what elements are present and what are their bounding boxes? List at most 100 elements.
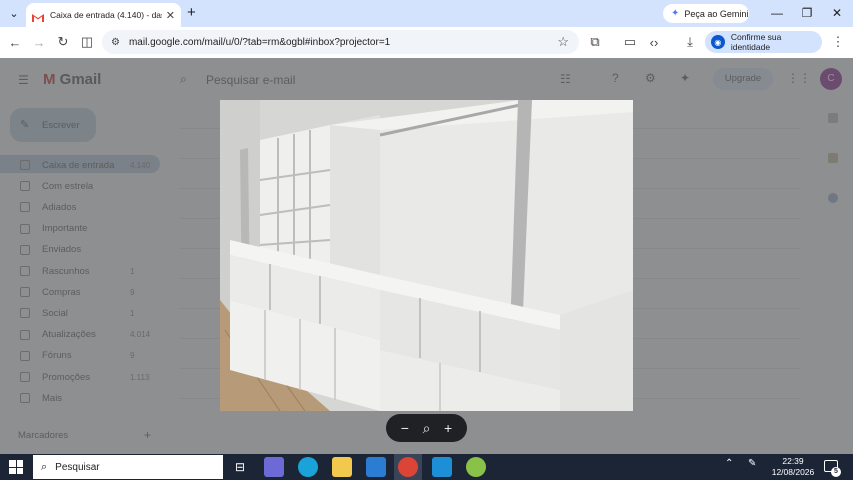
- apps-grid-icon[interactable]: ⋮⋮: [787, 71, 811, 85]
- extensions-icon[interactable]: ⧉: [587, 34, 603, 50]
- sidebar-item[interactable]: Rascunhos 1: [20, 263, 134, 279]
- sidebar-item-icon: [20, 223, 30, 234]
- add-label-icon[interactable]: +: [144, 428, 151, 442]
- confirm-identity-button[interactable]: ◉ Confirme sua identidade: [705, 31, 822, 53]
- window-close-icon[interactable]: ✕: [822, 3, 852, 23]
- upgrade-label: Upgrade: [724, 73, 762, 84]
- sidebar-item[interactable]: Mais: [20, 390, 62, 406]
- sidebar-item[interactable]: Caixa de entrada 4.140: [20, 157, 150, 173]
- tray-chevron-up-icon[interactable]: ⌃: [725, 458, 733, 469]
- attachment-preview-image[interactable]: [220, 100, 633, 411]
- sidebar-item-label: Caixa de entrada: [42, 159, 115, 171]
- keep-icon[interactable]: [828, 153, 838, 163]
- taskbar-search-label: Pesquisar: [55, 461, 100, 473]
- ask-gemini-button[interactable]: ✦ Peça ao Gemini: [663, 4, 749, 23]
- taskbar-search-box[interactable]: ⌕ Pesquisar: [33, 455, 223, 479]
- tab-close-icon[interactable]: ✕: [166, 9, 175, 22]
- taskbar-clock[interactable]: 22:39 12/08/2026: [765, 456, 821, 478]
- sidebar-item[interactable]: Com estrela: [20, 178, 93, 194]
- restore-icon[interactable]: ❐: [792, 3, 822, 23]
- sidebar-item-label: Social: [42, 307, 68, 319]
- help-icon[interactable]: ?: [612, 71, 619, 85]
- sidebar-item-label: Adiados: [42, 201, 77, 213]
- back-icon[interactable]: ←: [7, 34, 23, 50]
- sidebar-item[interactable]: Compras 9: [20, 284, 134, 300]
- clock-time: 22:39: [782, 456, 804, 466]
- calendar-icon[interactable]: [828, 113, 838, 123]
- sidebar-item-icon: [20, 266, 30, 276]
- code-icon[interactable]: ‹›: [646, 34, 662, 50]
- filter-icon[interactable]: ☷: [560, 72, 571, 86]
- sidebar-item-icon: [20, 160, 30, 170]
- sidebar-item[interactable]: Enviados: [20, 242, 81, 258]
- magnify-icon[interactable]: ⌕: [416, 420, 436, 437]
- search-icon: ⌕: [41, 460, 48, 473]
- sidebar-item-label: Promoções: [42, 371, 91, 383]
- gemini-star-icon[interactable]: ✦: [680, 71, 690, 85]
- forward-icon[interactable]: →: [31, 34, 47, 50]
- sidebar-item-icon: [20, 393, 30, 404]
- zoom-out-button[interactable]: −: [395, 420, 415, 436]
- sidebar-item-icon: [20, 287, 30, 298]
- split-view-icon[interactable]: ◫: [79, 34, 95, 50]
- menu-kebab-icon[interactable]: ⋮: [830, 34, 846, 50]
- zoom-toolbar: − ⌕ +: [386, 414, 467, 442]
- sidebar-item[interactable]: Importante: [20, 221, 87, 237]
- settings-gear-icon[interactable]: ⚙: [645, 71, 656, 85]
- copilot-icon[interactable]: [264, 457, 284, 477]
- zoom-in-button[interactable]: +: [438, 420, 458, 436]
- sidebar-item[interactable]: Atualizações 4.014: [20, 327, 150, 343]
- avatar[interactable]: C: [820, 68, 842, 90]
- new-tab-icon[interactable]: +: [187, 4, 196, 21]
- task-view-icon[interactable]: ⊟: [230, 457, 250, 477]
- compose-button[interactable]: ✎ Escrever: [10, 108, 96, 142]
- tab-search-chevron-icon[interactable]: ⌄: [5, 4, 23, 22]
- reload-icon[interactable]: ↻: [55, 34, 71, 50]
- labels-heading: Marcadores: [18, 430, 69, 441]
- search-input[interactable]: Pesquisar e-mail: [206, 73, 295, 87]
- upgrade-button[interactable]: Upgrade: [713, 68, 773, 90]
- clock-date: 12/08/2026: [771, 467, 815, 477]
- identity-label: Confirme sua identidade: [730, 32, 782, 52]
- sidebar-item[interactable]: Fóruns 9: [20, 348, 134, 364]
- gmail-logo-text: Gmail: [59, 71, 102, 88]
- browser-toolbar: ← → ↻ ◫ ⚙ mail.google.com/mail/u/0/?tab=…: [0, 27, 853, 58]
- sidebar-item[interactable]: Promoções 1.113: [20, 369, 149, 385]
- site-info-icon[interactable]: ⚙: [111, 37, 120, 48]
- sidebar-item-icon: [20, 350, 30, 361]
- teams-icon[interactable]: [432, 457, 452, 477]
- bookmark-star-icon[interactable]: ☆: [557, 34, 569, 50]
- gemini-label: Peça ao Gemini: [684, 8, 749, 19]
- shelving-photo: [220, 100, 633, 411]
- sidebar-item-count: 1: [130, 308, 135, 318]
- chrome-icon[interactable]: [398, 457, 418, 477]
- tab-title: Caixa de entrada (4.140) - dasil: [50, 10, 162, 20]
- pen-icon[interactable]: ✎: [748, 458, 756, 469]
- minimize-icon[interactable]: —: [762, 3, 792, 23]
- sidebar-item[interactable]: Adiados: [20, 199, 76, 215]
- windows-taskbar: ⌕ Pesquisar ⊟ ⌃ ✎ 22:39 12/08/2026 5: [0, 454, 853, 480]
- outlook-icon[interactable]: [366, 457, 386, 477]
- edge-icon[interactable]: [298, 457, 318, 477]
- sidebar-item-label: Mais: [42, 392, 63, 404]
- main-menu-icon[interactable]: ☰: [18, 73, 29, 87]
- sidebar-item-label: Fóruns: [42, 350, 72, 362]
- download-icon[interactable]: ⤓: [682, 34, 698, 50]
- gmail-logo[interactable]: M Gmail: [43, 71, 101, 88]
- reading-mode-icon[interactable]: ▭: [622, 34, 638, 50]
- address-bar[interactable]: ⚙ mail.google.com/mail/u/0/?tab=rm&ogbl#…: [102, 30, 579, 54]
- tasks-icon[interactable]: [828, 193, 838, 203]
- sidebar-item-label: Enviados: [42, 244, 82, 256]
- file-explorer-icon[interactable]: [332, 457, 352, 477]
- sidebar-item-label: Com estrela: [42, 180, 94, 192]
- sidebar-item-label: Importante: [42, 223, 88, 235]
- browser-tab-gmail[interactable]: Caixa de entrada (4.140) - dasil ✕: [26, 3, 181, 27]
- sidebar-item-label: Rascunhos: [42, 265, 90, 277]
- sidebar-item[interactable]: Social 1: [20, 305, 134, 321]
- profile-icon: ◉: [711, 35, 725, 49]
- search-icon[interactable]: ⌕: [180, 72, 187, 87]
- sidebar-item-count: 4.014: [130, 330, 151, 340]
- sidebar-item-count: 9: [130, 287, 135, 297]
- windows-start-icon[interactable]: [9, 460, 23, 474]
- browser-app-icon[interactable]: [466, 457, 486, 477]
